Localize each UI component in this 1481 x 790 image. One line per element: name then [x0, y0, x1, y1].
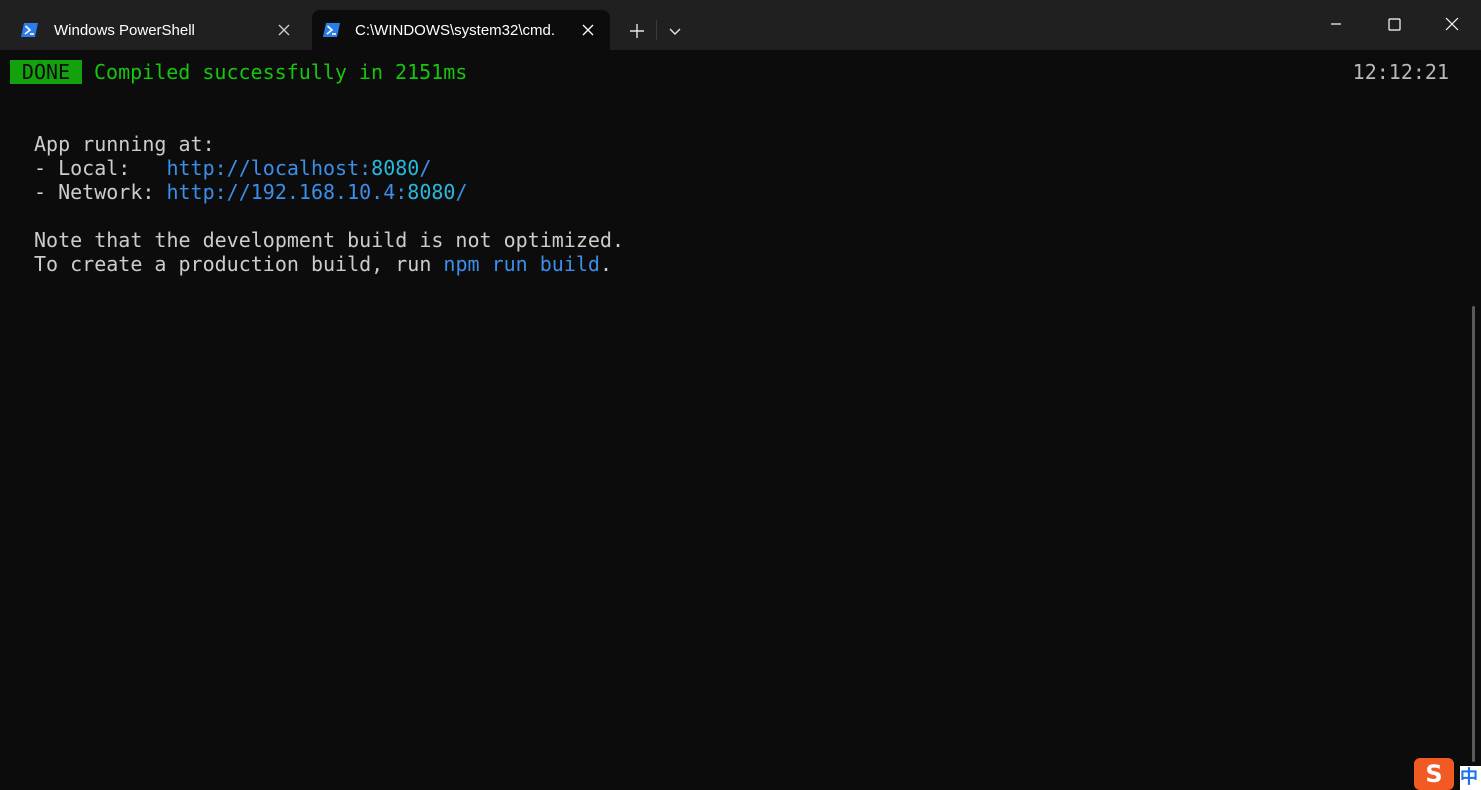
powershell-icon: [323, 23, 340, 37]
create-build-suffix: .: [599, 252, 612, 276]
tab-cmd[interactable]: C:\WINDOWS\system32\cmd.: [312, 10, 610, 50]
sogou-logo-icon: S: [1414, 758, 1454, 790]
create-build-text: To create a production build, run: [34, 252, 444, 276]
minimize-button[interactable]: [1324, 12, 1348, 36]
build-command: npm run build: [443, 252, 600, 276]
network-url-slash[interactable]: /: [455, 180, 467, 204]
tab-separator: [656, 20, 657, 40]
chevron-down-icon[interactable]: [664, 18, 686, 44]
tab-label: Windows PowerShell: [54, 22, 195, 39]
local-url-slash[interactable]: /: [419, 156, 431, 180]
running-at-line: App running at:: [34, 132, 215, 156]
local-url[interactable]: http://localhost:: [166, 156, 371, 180]
local-port[interactable]: 8080: [371, 156, 419, 180]
maximize-button[interactable]: [1382, 12, 1406, 36]
close-icon[interactable]: [580, 22, 596, 38]
local-line: - Local: http://localhost:8080/: [34, 156, 431, 180]
ime-mode: 中: [1460, 766, 1481, 790]
title-bar: Windows PowerShell C:\WINDOWS\system32\c…: [0, 0, 1481, 50]
local-label: - Local:: [34, 156, 167, 180]
status-badge: DONE: [10, 60, 82, 84]
compile-message: Compiled successfully in 2151ms: [94, 60, 468, 84]
tab-label: C:\WINDOWS\system32\cmd.: [355, 22, 556, 39]
tab-windows-powershell[interactable]: Windows PowerShell: [10, 10, 306, 50]
close-icon[interactable]: [276, 22, 292, 38]
close-window-button[interactable]: [1440, 12, 1464, 36]
terminal-output[interactable]: DONE Compiled successfully in 2151ms 12:…: [0, 50, 1481, 790]
scrollbar[interactable]: [1472, 306, 1475, 762]
powershell-icon: [21, 23, 38, 37]
new-tab-button[interactable]: [624, 18, 650, 44]
timestamp: 12:12:21: [1352, 60, 1449, 84]
network-label: - Network:: [34, 180, 167, 204]
ime-indicator[interactable]: S 中: [1412, 756, 1481, 790]
network-port[interactable]: 8080: [407, 180, 455, 204]
note-line: Note that the development build is not o…: [34, 228, 625, 252]
network-line: - Network: http://192.168.10.4:8080/: [34, 180, 468, 204]
create-build-line: To create a production build, run npm ru…: [34, 252, 612, 276]
network-url[interactable]: http://192.168.10.4:: [166, 180, 407, 204]
